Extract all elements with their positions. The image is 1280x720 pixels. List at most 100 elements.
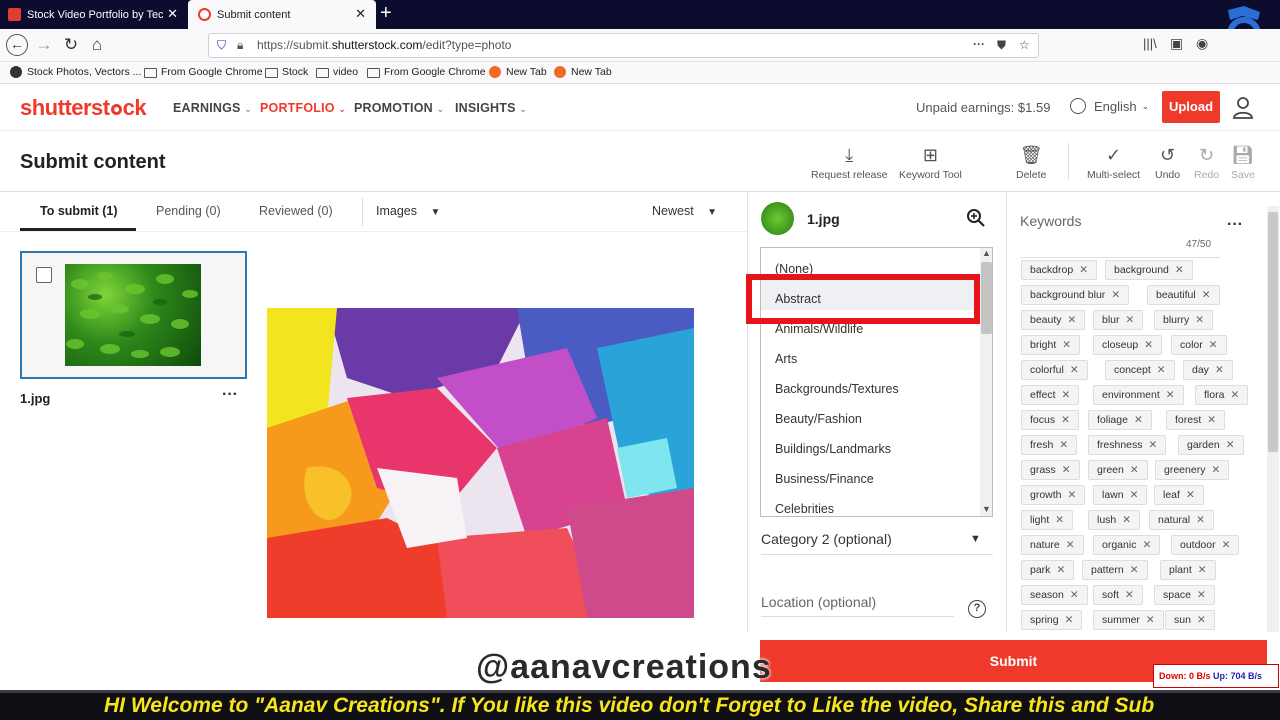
home-icon[interactable]: ⌂	[86, 34, 108, 56]
keyword-chip[interactable]: plant ✕	[1160, 560, 1216, 580]
keyword-chip[interactable]: beautiful ✕	[1147, 285, 1220, 305]
keyword-chip[interactable]: freshness ✕	[1088, 435, 1167, 455]
remove-keyword-icon[interactable]: ✕	[1062, 389, 1071, 401]
asset-card-selected[interactable]	[20, 251, 247, 379]
remove-keyword-icon[interactable]: ✕	[1061, 414, 1070, 426]
location-field[interactable]: Location (optional)	[761, 594, 876, 610]
remove-keyword-icon[interactable]: ✕	[1126, 314, 1135, 326]
keyword-chip[interactable]: blurry ✕	[1154, 310, 1214, 330]
browser-tab[interactable]: Stock Video Portfolio by Techn ✕	[0, 0, 188, 29]
remove-keyword-icon[interactable]: ✕	[1111, 289, 1120, 301]
remove-keyword-icon[interactable]: ✕	[1070, 589, 1079, 601]
save-button[interactable]: 💾︎ Save	[1231, 145, 1255, 181]
tab-to-submit[interactable]: To submit (1)	[40, 204, 118, 218]
bookmark-folder[interactable]: Stock	[265, 66, 308, 78]
keyword-chip[interactable]: closeup ✕	[1093, 335, 1163, 355]
page-actions-icon[interactable]: ···	[973, 33, 985, 56]
forward-arrow-icon[interactable]: →	[33, 34, 55, 56]
keyword-chip[interactable]: concept ✕	[1105, 360, 1175, 380]
reload-icon[interactable]: ↻	[60, 34, 82, 56]
sort-dropdown[interactable]: Newest ▼	[652, 204, 717, 218]
remove-keyword-icon[interactable]: ✕	[1197, 614, 1206, 626]
remove-keyword-icon[interactable]: ✕	[1202, 289, 1211, 301]
back-arrow-icon[interactable]: ←	[6, 34, 28, 56]
keyword-chip[interactable]: backdrop ✕	[1021, 260, 1098, 280]
remove-keyword-icon[interactable]: ✕	[1215, 364, 1224, 376]
keyword-chip[interactable]: light ✕	[1021, 510, 1074, 530]
category-option[interactable]: Business/Finance	[775, 472, 874, 486]
keyword-chip[interactable]: bright ✕	[1021, 335, 1081, 355]
keyword-chip[interactable]: space ✕	[1154, 585, 1215, 605]
remove-keyword-icon[interactable]: ✕	[1186, 489, 1195, 501]
browser-tab-active[interactable]: Submit content ✕	[188, 0, 376, 29]
remove-keyword-icon[interactable]: ✕	[1130, 464, 1139, 476]
keyword-chip[interactable]: growth ✕	[1021, 485, 1086, 505]
remove-keyword-icon[interactable]: ✕	[1175, 264, 1184, 276]
remove-keyword-icon[interactable]: ✕	[1055, 514, 1064, 526]
remove-keyword-icon[interactable]: ✕	[1062, 339, 1071, 351]
bookmark-item[interactable]: New Tab	[554, 66, 612, 78]
shutterstock-logo[interactable]: shutterst ck	[20, 95, 147, 121]
keyword-chip[interactable]: background blur ✕	[1021, 285, 1130, 305]
delete-button[interactable]: 🗑︎ Delete	[1016, 145, 1046, 181]
user-account-icon[interactable]	[1233, 97, 1253, 119]
nav-promotion[interactable]: PROMOTION ⌄	[354, 101, 444, 115]
select-checkbox[interactable]	[36, 267, 52, 283]
keyword-chip[interactable]: outdoor ✕	[1171, 535, 1240, 555]
keyword-chip[interactable]: sun ✕	[1165, 610, 1215, 630]
remove-keyword-icon[interactable]: ✕	[1070, 364, 1079, 376]
caret-down-icon[interactable]: ▼	[970, 533, 981, 545]
close-icon[interactable]: ✕	[167, 6, 178, 22]
remove-keyword-icon[interactable]: ✕	[1230, 389, 1239, 401]
remove-keyword-icon[interactable]: ✕	[1144, 339, 1153, 351]
scrollbar-thumb[interactable]	[981, 262, 992, 334]
category-option[interactable]: Animals/Wildlife	[775, 322, 863, 336]
keyword-chip[interactable]: flora ✕	[1195, 385, 1249, 405]
category-option[interactable]: Arts	[775, 352, 797, 366]
remove-keyword-icon[interactable]: ✕	[1196, 514, 1205, 526]
remove-keyword-icon[interactable]: ✕	[1166, 389, 1175, 401]
category-2-select[interactable]: Category 2 (optional)	[761, 531, 892, 547]
unpaid-earnings[interactable]: Unpaid earnings: $1.59	[916, 100, 1050, 115]
keyword-chip[interactable]: day ✕	[1183, 360, 1233, 380]
bookmark-folder[interactable]: From Google Chrome	[367, 66, 486, 78]
keyword-chip[interactable]: background ✕	[1105, 260, 1193, 280]
keyword-chip[interactable]: lush ✕	[1088, 510, 1141, 530]
remove-keyword-icon[interactable]: ✕	[1068, 489, 1077, 501]
keyword-chip[interactable]: lawn ✕	[1093, 485, 1148, 505]
category-option[interactable]: Backgrounds/Textures	[775, 382, 899, 396]
new-tab-icon[interactable]: +	[380, 2, 392, 25]
keyword-chip[interactable]: nature ✕	[1021, 535, 1084, 555]
help-icon[interactable]: ?	[968, 600, 986, 618]
scrollbar-thumb[interactable]	[1268, 212, 1278, 452]
keyword-chip[interactable]: grass ✕	[1021, 460, 1080, 480]
keywords-menu-icon[interactable]: ···	[1227, 216, 1243, 234]
nav-portfolio[interactable]: PORTFOLIO ⌄	[260, 101, 346, 115]
remove-keyword-icon[interactable]: ✕	[1134, 414, 1143, 426]
remove-keyword-icon[interactable]: ✕	[1142, 539, 1151, 551]
account-icon[interactable]: ◉	[1196, 35, 1208, 52]
language-selector[interactable]: English ⌄	[1070, 98, 1149, 114]
remove-keyword-icon[interactable]: ✕	[1197, 589, 1206, 601]
remove-keyword-icon[interactable]: ✕	[1149, 439, 1158, 451]
keyword-chip[interactable]: summer ✕	[1093, 610, 1164, 630]
upload-button[interactable]: Upload	[1162, 91, 1220, 123]
category-option[interactable]: Buildings/Landmarks	[775, 442, 891, 456]
keyword-chip[interactable]: blur ✕	[1093, 310, 1144, 330]
keyword-tool-button[interactable]: ⊞ Keyword Tool	[899, 145, 962, 181]
url-bar[interactable]: ⛉ 🔒︎ https://submit.shutterstock.com/edi…	[208, 33, 1039, 58]
keyword-chip[interactable]: park ✕	[1021, 560, 1075, 580]
keyword-chip[interactable]: foliage ✕	[1088, 410, 1152, 430]
type-filter-dropdown[interactable]: Images ▼	[376, 204, 440, 218]
scroll-up-icon[interactable]: ▲	[982, 248, 991, 258]
keyword-chip[interactable]: spring ✕	[1021, 610, 1083, 630]
keyword-chip[interactable]: color ✕	[1171, 335, 1227, 355]
keyword-chip[interactable]: environment ✕	[1093, 385, 1184, 405]
keyword-chip[interactable]: natural ✕	[1149, 510, 1214, 530]
remove-keyword-icon[interactable]: ✕	[1130, 489, 1139, 501]
multi-select-button[interactable]: ✓ Multi-select	[1087, 145, 1140, 181]
more-options-icon[interactable]: ···	[222, 386, 238, 404]
remove-keyword-icon[interactable]: ✕	[1198, 564, 1207, 576]
keyword-chip[interactable]: beauty ✕	[1021, 310, 1086, 330]
remove-keyword-icon[interactable]: ✕	[1226, 439, 1235, 451]
